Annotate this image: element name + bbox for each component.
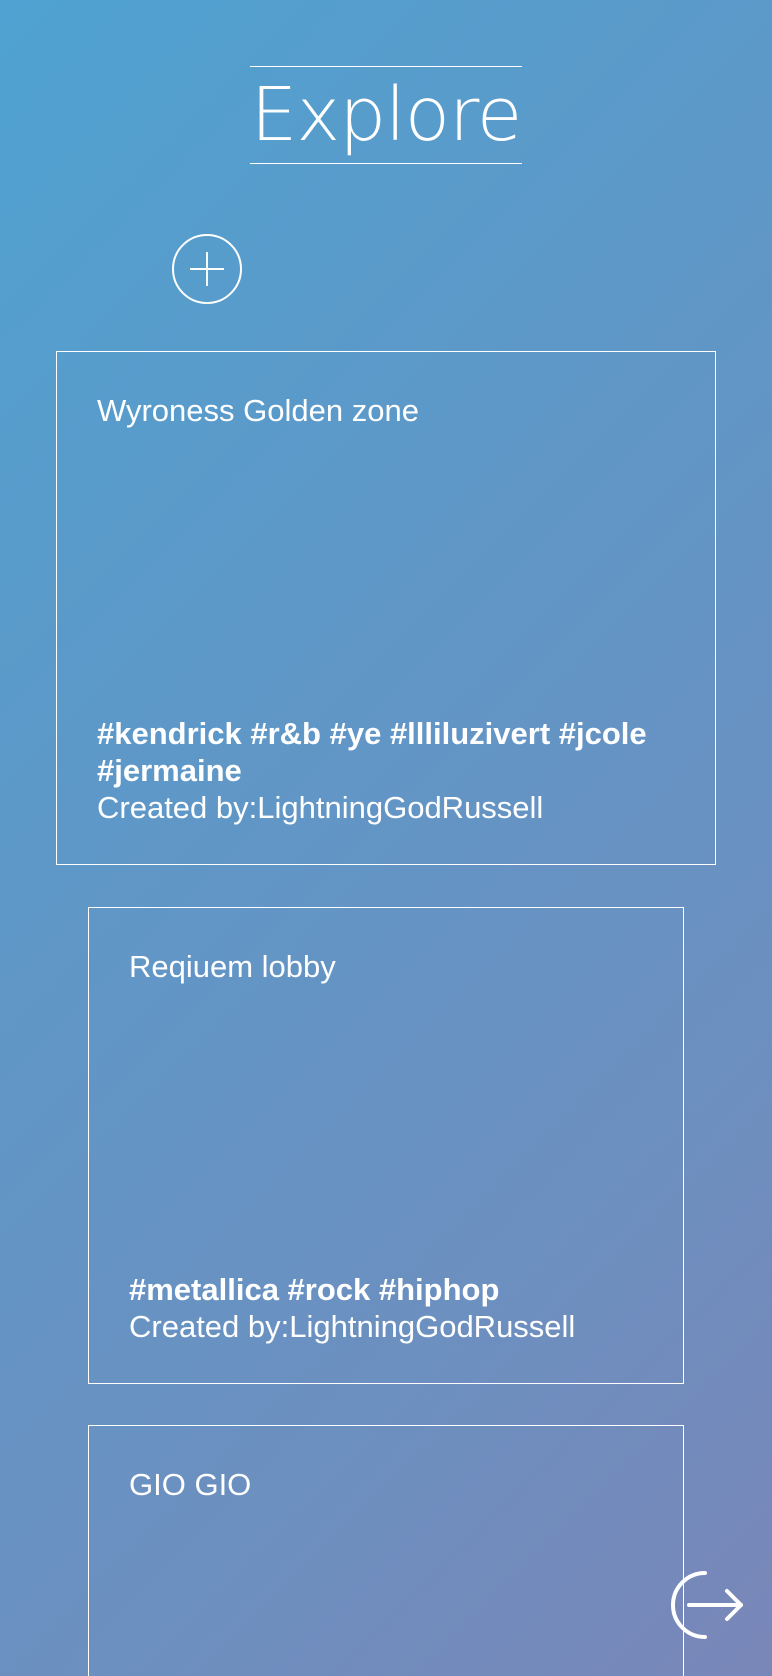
room-tags: #metallica #rock #hiphop (129, 1272, 500, 1307)
room-creator: Created by:LightningGodRussell (97, 790, 544, 825)
room-name: Wyroness Golden zone (97, 393, 419, 428)
room-card[interactable]: Reqiuem lobby #metallica #rock #hiphop C… (88, 907, 684, 1384)
page-header: Explore (250, 66, 522, 164)
page-title: Explore (250, 72, 523, 158)
room-card[interactable]: GIO GIO (88, 1425, 684, 1676)
room-footer: #kendrick #r&b #ye #llliluzivert #jcole … (97, 715, 685, 826)
room-card[interactable]: Wyroness Golden zone #kendrick #r&b #ye … (56, 351, 716, 865)
logout-button[interactable] (665, 1568, 747, 1642)
room-name: Reqiuem lobby (129, 949, 336, 984)
plus-icon (190, 252, 224, 286)
room-tags: #kendrick #r&b #ye #llliluzivert #jcole … (97, 716, 647, 788)
room-creator: Created by:LightningGodRussell (129, 1309, 576, 1344)
add-room-button[interactable] (172, 234, 242, 304)
room-footer: #metallica #rock #hiphop Created by:Ligh… (129, 1271, 653, 1345)
room-name: GIO GIO (129, 1467, 252, 1502)
logout-icon (671, 1571, 743, 1639)
